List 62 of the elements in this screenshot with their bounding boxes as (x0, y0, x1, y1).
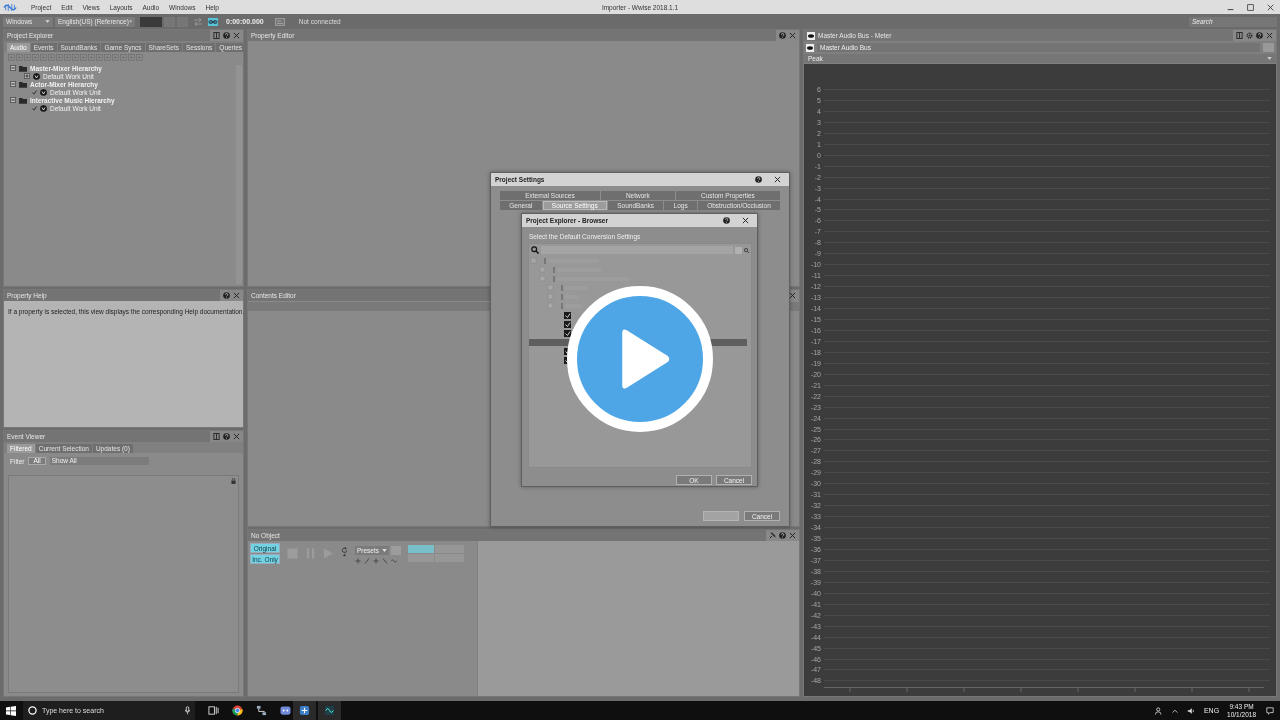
lock-icon[interactable] (231, 478, 236, 484)
search-icon (531, 246, 539, 254)
plus-icon[interactable] (373, 558, 379, 564)
help-icon[interactable] (755, 176, 762, 183)
help-icon[interactable] (1256, 32, 1263, 39)
caret-icon (1267, 57, 1272, 60)
app-logo-icon[interactable] (3, 2, 17, 12)
split-view-icon[interactable] (213, 32, 220, 39)
caret-icon (382, 549, 387, 552)
close-icon[interactable] (233, 32, 240, 39)
display-panel (140, 16, 162, 27)
play-icon (619, 328, 671, 390)
help-icon[interactable] (723, 217, 730, 224)
caret-icon (128, 20, 132, 23)
microphone-icon[interactable] (185, 706, 190, 715)
split-view-icon[interactable] (1236, 32, 1243, 39)
work-unit-icon (33, 72, 40, 80)
notification-icon[interactable] (1266, 706, 1274, 715)
wave-icon[interactable] (391, 558, 397, 564)
expander-icon[interactable] (10, 97, 16, 103)
task-view-icon[interactable] (208, 705, 219, 716)
eye-icon[interactable] (807, 31, 815, 40)
caret-icon (45, 20, 50, 23)
pin-icon[interactable] (769, 532, 776, 539)
split-view-icon[interactable] (213, 433, 220, 440)
expander-icon[interactable] (10, 65, 16, 71)
people-icon[interactable] (1154, 706, 1163, 715)
help-icon[interactable] (223, 32, 230, 39)
browser-icon[interactable] (232, 705, 243, 716)
loop-icon[interactable] (341, 546, 348, 558)
help-icon[interactable] (223, 433, 230, 440)
help-icon[interactable] (223, 292, 230, 299)
chat-app-icon[interactable] (280, 705, 291, 716)
close-icon[interactable] (789, 532, 796, 539)
plus-icon[interactable] (355, 558, 361, 564)
plus-tile-icon[interactable] (293, 701, 316, 720)
ring-icon (28, 706, 37, 715)
expander-icon[interactable] (10, 81, 16, 87)
backslash-icon[interactable] (382, 558, 388, 564)
close-icon[interactable] (1266, 32, 1273, 39)
speaker-icon[interactable] (1186, 706, 1195, 715)
close-icon[interactable] (789, 32, 796, 39)
maximize-icon[interactable] (1247, 3, 1254, 11)
close-icon[interactable] (774, 176, 781, 183)
slash-icon[interactable] (364, 558, 370, 564)
help-icon[interactable] (779, 532, 786, 539)
eye-icon[interactable] (806, 43, 814, 52)
close-icon[interactable] (742, 217, 749, 224)
close-icon[interactable] (233, 433, 240, 440)
link-icon[interactable] (208, 17, 218, 26)
windows-logo-icon[interactable] (6, 705, 16, 716)
work-unit-icon (40, 88, 47, 96)
help-icon[interactable] (779, 32, 786, 39)
expander-icon[interactable] (24, 73, 30, 79)
gear-icon[interactable] (1246, 32, 1253, 39)
close-icon[interactable] (233, 292, 240, 299)
network-icon[interactable] (256, 705, 267, 716)
scrollbar[interactable] (236, 65, 242, 284)
close-icon[interactable] (1267, 3, 1274, 11)
work-unit-icon (40, 104, 47, 112)
screen-icon[interactable] (274, 17, 285, 26)
search-icon[interactable] (744, 247, 749, 253)
